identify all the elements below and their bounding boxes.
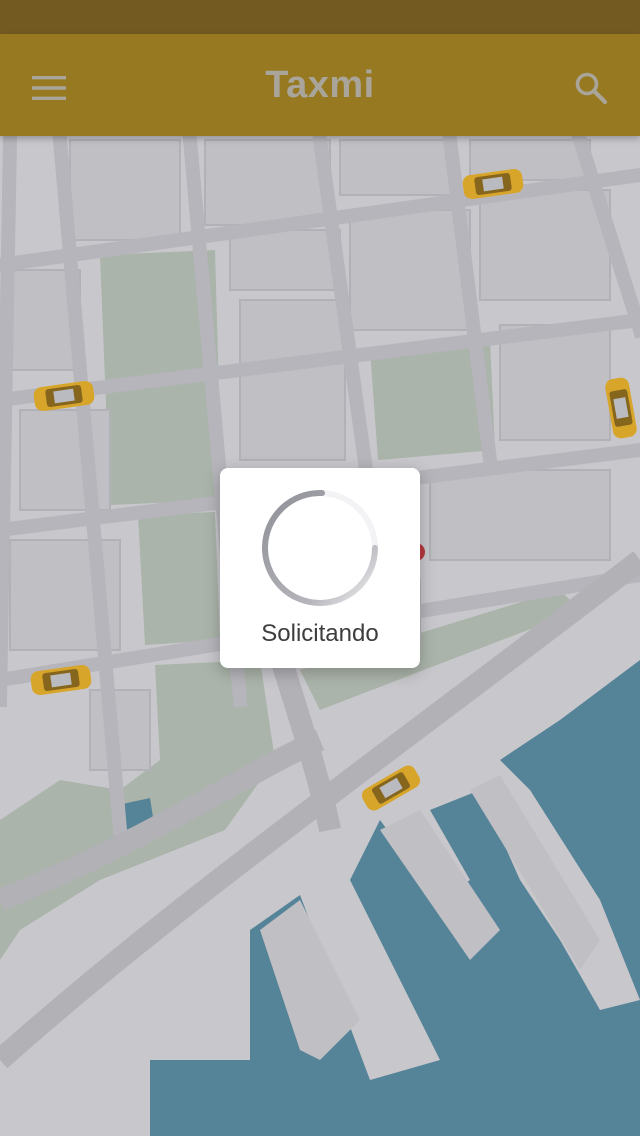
app-bar: Taxmi: [0, 34, 640, 136]
app-title: Taxmi: [265, 63, 375, 106]
hamburger-menu-icon: [32, 76, 66, 100]
loading-spinner-icon: [262, 489, 378, 606]
status-bar: [0, 0, 640, 34]
menu-button[interactable]: [26, 66, 72, 110]
app-screen: Taxmi Solicitando: [0, 0, 640, 1136]
search-icon: [575, 72, 608, 105]
loading-message: Solicitando: [261, 620, 379, 647]
search-button[interactable]: [568, 66, 614, 110]
loading-dialog: Solicitando: [220, 468, 420, 668]
